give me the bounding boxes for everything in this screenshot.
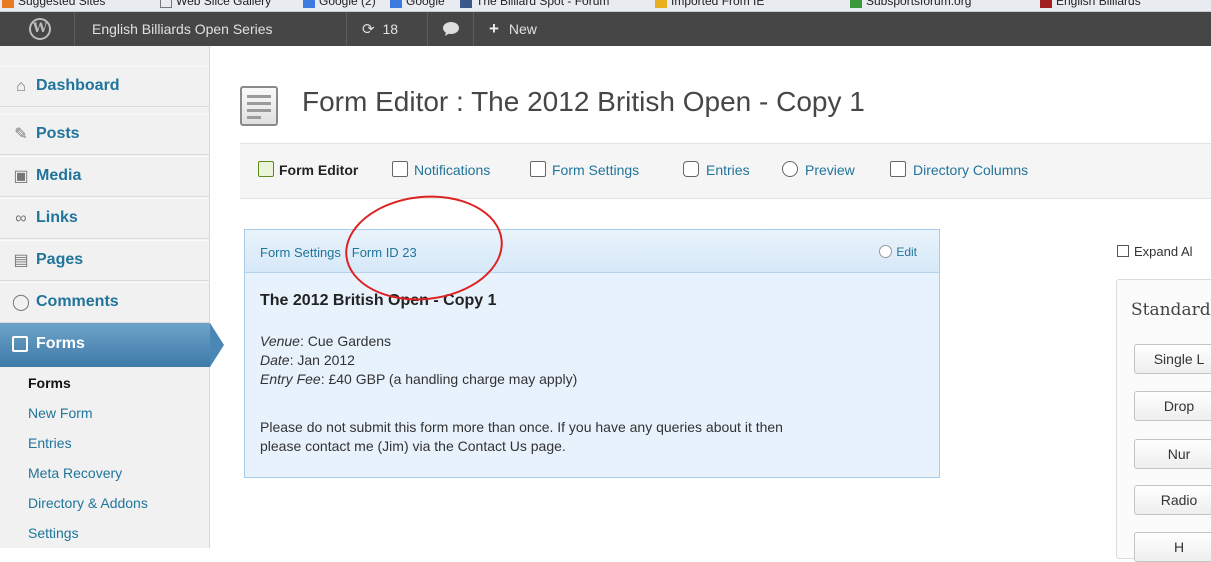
menu-item-forms[interactable]: Forms xyxy=(0,323,224,367)
bookmarks-bar: Suggested Sites Web Slice Gallery Google… xyxy=(0,0,1211,12)
submenu-settings[interactable]: Settings xyxy=(28,525,79,541)
menu-item-links[interactable]: ∞ Links xyxy=(0,198,209,239)
menu-item-posts[interactable]: ✎ Posts xyxy=(0,114,209,155)
bookmark-icon xyxy=(460,0,472,8)
toolbar-entries[interactable]: Entries xyxy=(706,162,750,178)
edit-form-settings-link[interactable]: Edit xyxy=(879,245,917,259)
field-button-hidden[interactable]: H xyxy=(1134,532,1211,562)
form-settings-icon xyxy=(530,161,546,177)
admin-bar: W English Billiards Open Series ⟳ 18 + N… xyxy=(0,12,1211,46)
admin-bar-divider xyxy=(427,12,428,46)
comment-icon: ◯ xyxy=(12,294,30,311)
menu-label: Dashboard xyxy=(36,77,120,94)
submenu-meta-recovery[interactable]: Meta Recovery xyxy=(28,465,122,481)
menu-item-pages[interactable]: ▤ Pages xyxy=(0,240,209,281)
checkbox-icon xyxy=(1117,245,1129,257)
admin-bar-divider xyxy=(346,12,347,46)
bookmark-billiard-spot[interactable]: The Billiard Spot - Forum xyxy=(460,0,609,8)
new-label: New xyxy=(508,21,537,37)
toolbar-directory-columns[interactable]: Directory Columns xyxy=(913,162,1028,178)
notifications-icon xyxy=(392,161,408,177)
toolbar-notifications[interactable]: Notifications xyxy=(414,162,490,178)
bookmark-google[interactable]: Google xyxy=(390,0,445,8)
menu-label: Forms xyxy=(36,335,85,352)
directory-columns-icon xyxy=(890,161,906,177)
form-description-line: please contact me (Jim) via the Contact … xyxy=(260,438,566,454)
page-title: Form Editor : The 2012 British Open - Co… xyxy=(302,86,865,117)
comments-button[interactable] xyxy=(442,12,460,46)
bookmark-imported-from-ie[interactable]: Imported From IE xyxy=(655,0,764,8)
bookmark-subsportsforum[interactable]: Subsportsforum.org xyxy=(850,0,971,8)
google-icon xyxy=(390,0,402,8)
bookmark-icon xyxy=(1040,0,1052,8)
menu-label: Posts xyxy=(36,125,80,142)
preview-icon xyxy=(782,161,798,177)
plus-icon: + xyxy=(489,19,499,38)
bookmark-english-billiards[interactable]: English Billiards xyxy=(1040,0,1141,8)
wordpress-logo-icon[interactable]: W xyxy=(29,18,51,40)
bookmark-web-slice-gallery[interactable]: Web Slice Gallery xyxy=(160,0,271,8)
bookmark-icon xyxy=(160,0,172,8)
field-button-drop-down[interactable]: Drop xyxy=(1134,391,1211,421)
form-toolbar: Form Editor Notifications Form Settings … xyxy=(240,143,1211,199)
menu-item-dashboard[interactable]: ⌂ Dashboard xyxy=(0,66,209,107)
media-icon: ▣ xyxy=(13,168,29,185)
field-button-single-line[interactable]: Single L xyxy=(1134,344,1211,374)
menu-label: Links xyxy=(36,209,78,226)
pages-icon: ▤ xyxy=(13,252,29,269)
comment-bubble-icon xyxy=(443,22,459,36)
field-button-radio[interactable]: Radio xyxy=(1134,485,1211,515)
link-icon: ∞ xyxy=(15,210,27,227)
site-name-link[interactable]: English Billiards Open Series xyxy=(92,12,273,46)
toolbar-preview[interactable]: Preview xyxy=(805,162,855,178)
submenu-directory-addons[interactable]: Directory & Addons xyxy=(28,495,148,511)
bookmark-suggested-sites[interactable]: Suggested Sites xyxy=(2,0,105,8)
form-description-line: Please do not submit this form more than… xyxy=(260,419,783,435)
updates-count: 18 xyxy=(382,21,399,37)
bookmark-google-2[interactable]: Google (2) xyxy=(303,0,376,8)
bookmark-icon xyxy=(2,0,14,8)
house-icon: ⌂ xyxy=(16,78,26,95)
menu-label: Media xyxy=(36,167,82,184)
submenu-new-form[interactable]: New Form xyxy=(28,405,93,421)
date-line: Date: Jan 2012 xyxy=(260,352,355,368)
submenu-forms[interactable]: Forms xyxy=(28,375,71,391)
form-editor-icon xyxy=(258,161,274,177)
edit-icon xyxy=(879,245,893,258)
expand-all-toggle[interactable]: Expand Al xyxy=(1117,244,1193,259)
refresh-icon: ⟳ xyxy=(362,21,375,38)
toolbar-form-settings[interactable]: Form Settings xyxy=(552,162,639,178)
google-icon xyxy=(303,0,315,8)
forms-icon xyxy=(12,336,28,352)
venue-line: Venue: Cue Gardens xyxy=(260,333,392,349)
folder-icon xyxy=(655,0,667,8)
admin-bar-divider xyxy=(74,12,75,46)
menu-label: Pages xyxy=(36,251,84,268)
form-editor-page-icon xyxy=(240,86,278,126)
menu-label: Comments xyxy=(36,293,119,310)
bookmark-icon xyxy=(850,0,862,8)
updates-button[interactable]: ⟳ 18 xyxy=(362,12,398,46)
field-button-number[interactable]: Nur xyxy=(1134,439,1211,469)
entries-icon xyxy=(683,161,699,177)
toolbar-form-editor[interactable]: Form Editor xyxy=(279,162,358,178)
entry-fee-line: Entry Fee: £40 GBP (a handling charge ma… xyxy=(260,371,578,387)
new-content-button[interactable]: + New xyxy=(489,12,537,46)
submenu-entries[interactable]: Entries xyxy=(28,435,72,451)
form-title: The 2012 British Open - Copy 1 xyxy=(260,292,497,309)
pin-icon: ✎ xyxy=(14,126,28,143)
menu-item-comments[interactable]: ◯ Comments xyxy=(0,282,209,323)
standard-fields-heading: Standard xyxy=(1131,300,1211,320)
menu-item-media[interactable]: ▣ Media xyxy=(0,156,209,197)
admin-sidebar: ⌂ Dashboard ✎ Posts ▣ Media ∞ Links ▤ Pa… xyxy=(0,46,224,548)
admin-bar-divider xyxy=(473,12,474,46)
standard-fields-box: Standard Single L Drop Nur Radio H xyxy=(1116,279,1211,562)
